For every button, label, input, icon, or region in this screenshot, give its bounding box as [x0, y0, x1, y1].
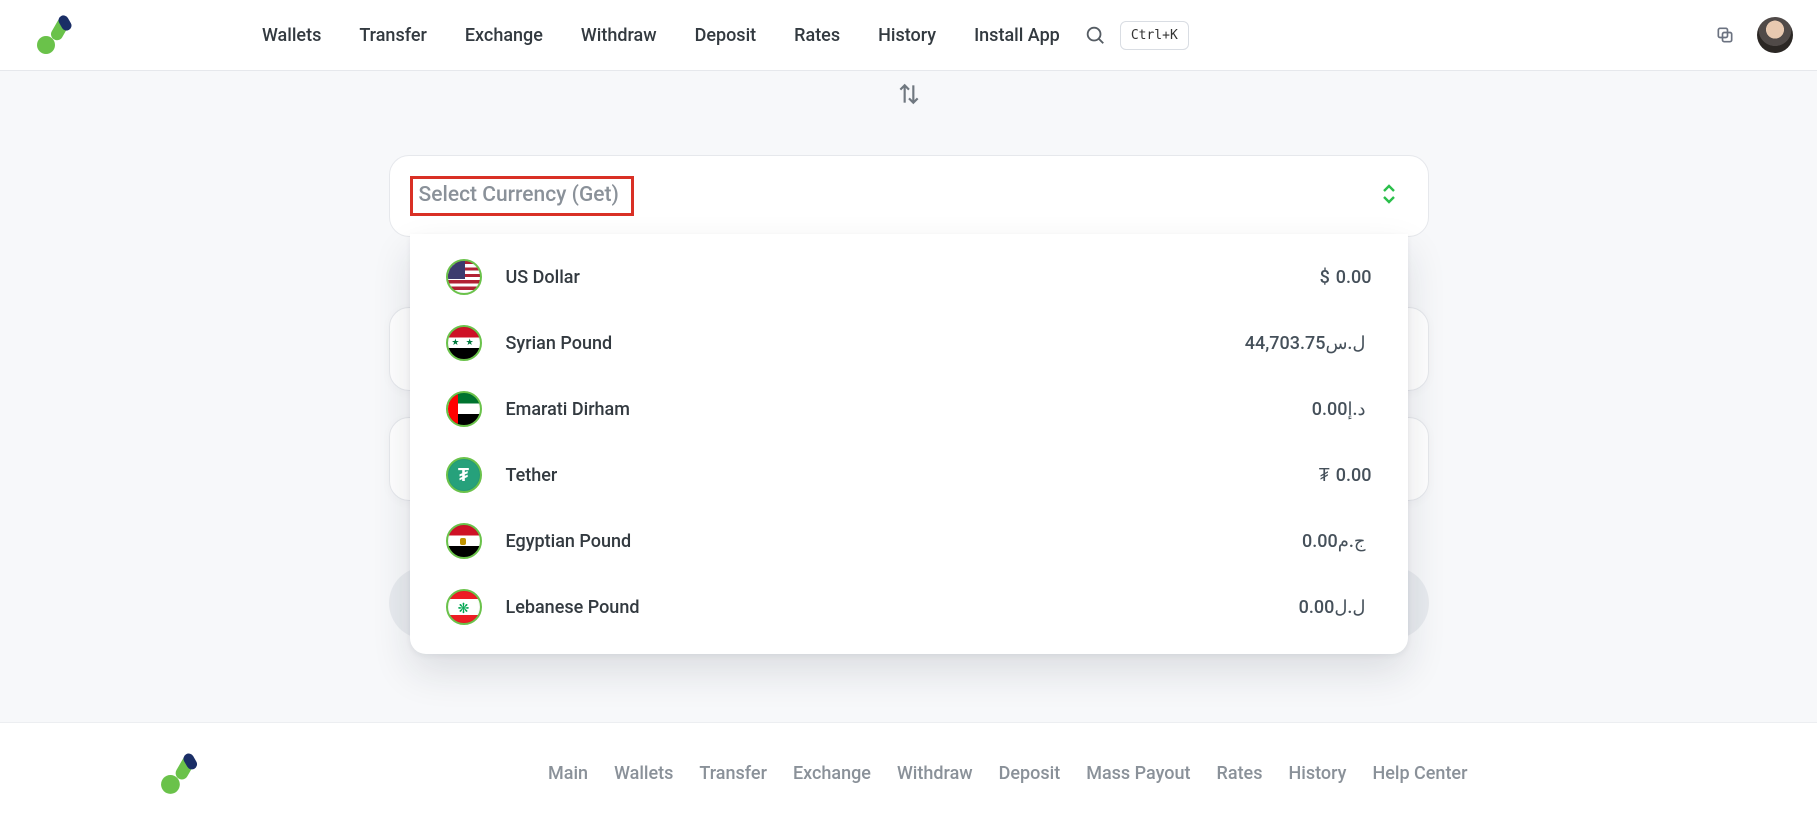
- footer-nav: Main Wallets Transfer Exchange Withdraw …: [548, 763, 1467, 784]
- footer-link-exchange[interactable]: Exchange: [793, 763, 871, 784]
- currency-option-usd[interactable]: US Dollar $0.00: [410, 244, 1408, 310]
- nav-rates[interactable]: Rates: [794, 25, 840, 46]
- copy-icon[interactable]: [1713, 23, 1737, 47]
- currency-option-balance: د.إ0.00: [1312, 399, 1372, 420]
- currency-option-label: Lebanese Pound: [506, 597, 640, 618]
- currency-select-label: Select Currency (Get): [419, 183, 619, 207]
- flag-icon-ae: [446, 391, 482, 427]
- currency-dropdown: US Dollar $0.00 Syrian Pound ل.س44,703.7…: [410, 234, 1408, 654]
- flag-icon-lb: [446, 589, 482, 625]
- currency-option-egp[interactable]: Egyptian Pound ج.م0.00: [410, 508, 1408, 574]
- footer-link-withdraw[interactable]: Withdraw: [897, 763, 973, 784]
- currency-option-label: US Dollar: [506, 267, 580, 288]
- flag-icon-eg: [446, 523, 482, 559]
- flag-icon-us: [446, 259, 482, 295]
- currency-option-label: Emarati Dirham: [506, 399, 630, 420]
- search-icon: [1084, 24, 1106, 46]
- footer-link-deposit[interactable]: Deposit: [999, 763, 1061, 784]
- currency-option-usdt[interactable]: ₮ Tether ₮0.00: [410, 442, 1408, 508]
- currency-option-label: Tether: [506, 465, 558, 486]
- footer-link-mass-payout[interactable]: Mass Payout: [1086, 763, 1190, 784]
- main-nav: Wallets Transfer Exchange Withdraw Depos…: [262, 25, 1060, 46]
- currency-option-balance: ₮0.00: [1319, 465, 1372, 486]
- flag-icon-sy: [446, 325, 482, 361]
- currency-option-lbp[interactable]: Lebanese Pound ل.ل0.00: [410, 574, 1408, 640]
- footer-link-main[interactable]: Main: [548, 763, 588, 784]
- footer-link-rates[interactable]: Rates: [1217, 763, 1263, 784]
- currency-option-syp[interactable]: Syrian Pound ل.س44,703.75: [410, 310, 1408, 376]
- footer: Main Wallets Transfer Exchange Withdraw …: [0, 722, 1817, 824]
- nav-exchange[interactable]: Exchange: [465, 25, 543, 46]
- avatar[interactable]: [1757, 17, 1793, 53]
- select-chevrons-icon[interactable]: [1380, 183, 1398, 209]
- nav-install-app[interactable]: Install App: [974, 25, 1060, 46]
- topbar: Wallets Transfer Exchange Withdraw Depos…: [0, 0, 1817, 71]
- nav-withdraw[interactable]: Withdraw: [581, 25, 657, 46]
- footer-link-wallets[interactable]: Wallets: [614, 763, 673, 784]
- search-button[interactable]: [1084, 24, 1106, 46]
- nav-wallets[interactable]: Wallets: [262, 25, 321, 46]
- footer-link-transfer[interactable]: Transfer: [699, 763, 767, 784]
- currency-option-balance: $0.00: [1320, 267, 1372, 288]
- currency-option-balance: ل.ل0.00: [1299, 597, 1372, 618]
- currency-option-label: Syrian Pound: [506, 333, 613, 354]
- currency-option-label: Egyptian Pound: [506, 531, 632, 552]
- currency-option-balance: ج.م0.00: [1302, 531, 1371, 552]
- swap-direction-button[interactable]: [0, 71, 1817, 107]
- currency-option-aed[interactable]: Emarati Dirham د.إ0.00: [410, 376, 1408, 442]
- nav-deposit[interactable]: Deposit: [695, 25, 757, 46]
- currency-option-balance: ل.س44,703.75: [1245, 333, 1372, 354]
- nav-history[interactable]: History: [878, 25, 936, 46]
- brand-logo[interactable]: [36, 15, 82, 55]
- footer-logo[interactable]: [160, 753, 208, 795]
- shortcut-hint: Ctrl+K: [1120, 21, 1189, 50]
- footer-link-help-center[interactable]: Help Center: [1372, 763, 1467, 784]
- currency-select-card[interactable]: Select Currency (Get) US Dollar $0.00 Sy…: [389, 155, 1429, 237]
- flag-icon-usdt: ₮: [446, 457, 482, 493]
- currency-select-highlight: Select Currency (Get): [410, 176, 634, 216]
- footer-link-history[interactable]: History: [1288, 763, 1346, 784]
- nav-transfer[interactable]: Transfer: [359, 25, 427, 46]
